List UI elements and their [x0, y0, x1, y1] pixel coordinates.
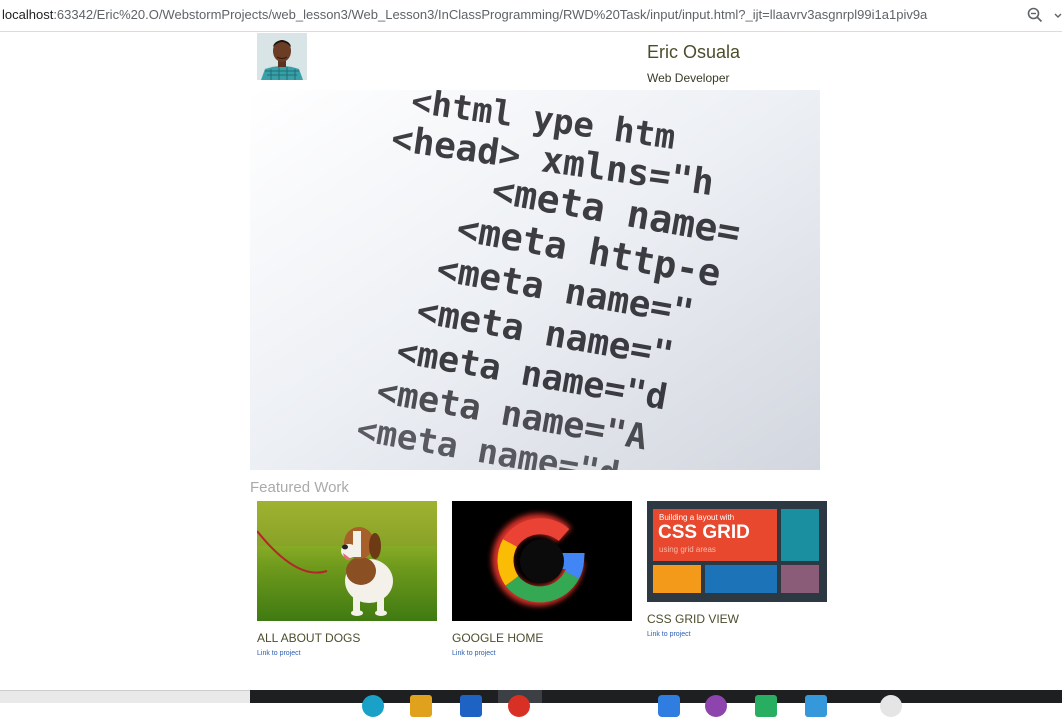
project-title-css-grid: CSS GRID VIEW: [647, 612, 740, 626]
project-link-css-grid[interactable]: Link to project: [647, 631, 691, 638]
avatar: [257, 33, 307, 80]
taskbar-app-icon[interactable]: [362, 695, 384, 717]
dog-picture: [257, 501, 437, 621]
taskbar-chrome-icon[interactable]: [508, 695, 530, 717]
project-card-google[interactable]: GOOGLE HOME Link to project: [452, 501, 632, 661]
profile-role: Web Developer: [647, 71, 730, 85]
project-title-dogs: ALL ABOUT DOGS: [257, 631, 361, 645]
taskbar-app-icon[interactable]: [880, 695, 902, 717]
google-logo-icon: [452, 501, 632, 621]
profile-name: Eric Osuala: [647, 42, 741, 62]
more-icon[interactable]: [1052, 6, 1062, 24]
css-grid-banner-line1: Building a layout with: [659, 513, 735, 522]
grid-area-blue: [705, 565, 777, 593]
grid-area-purple: [781, 565, 819, 593]
url-text[interactable]: localhost:63342/Eric%20.O/WebstormProjec…: [2, 7, 927, 22]
taskbar-app-icon[interactable]: [755, 695, 777, 717]
taskbar: [250, 690, 1062, 717]
project-link-dogs[interactable]: Link to project: [257, 650, 301, 657]
address-bar[interactable]: localhost:63342/Eric%20.O/WebstormProjec…: [0, 0, 1062, 32]
project-image-css-grid[interactable]: Building a layout with CSS GRID using gr…: [647, 501, 827, 602]
avatar-photo: [257, 33, 307, 80]
project-title-google: GOOGLE HOME: [452, 631, 544, 645]
project-card-css-grid[interactable]: Building a layout with CSS GRID using gr…: [647, 501, 827, 641]
taskbar-app-icon[interactable]: [460, 695, 482, 717]
hero-code-picture: <html ype htm <head> xmlns="h <meta name…: [250, 90, 820, 470]
taskbar-app-icon[interactable]: [805, 695, 827, 717]
hero-image: <html ype htm <head> xmlns="h <meta name…: [250, 90, 820, 470]
project-image-google[interactable]: [452, 501, 632, 621]
project-card-dogs[interactable]: ALL ABOUT DOGS Link to project: [257, 501, 437, 661]
css-grid-banner: Building a layout with CSS GRID using gr…: [653, 509, 777, 561]
project-link-google[interactable]: Link to project: [452, 650, 496, 657]
taskbar-app-icon[interactable]: [705, 695, 727, 717]
featured-work-heading: Featured Work: [250, 479, 349, 496]
css-grid-banner-line3: using grid areas: [659, 545, 716, 554]
taskbar-folder-icon[interactable]: [410, 695, 432, 717]
css-grid-banner-line2: CSS GRID: [658, 522, 750, 543]
grid-area-orange: [653, 565, 701, 593]
magnifier-icon[interactable]: [1026, 6, 1044, 24]
project-image-dogs[interactable]: [257, 501, 437, 621]
page-bottom-edge: [0, 690, 250, 703]
grid-area-teal: [781, 509, 819, 561]
taskbar-app-icon[interactable]: [658, 695, 680, 717]
